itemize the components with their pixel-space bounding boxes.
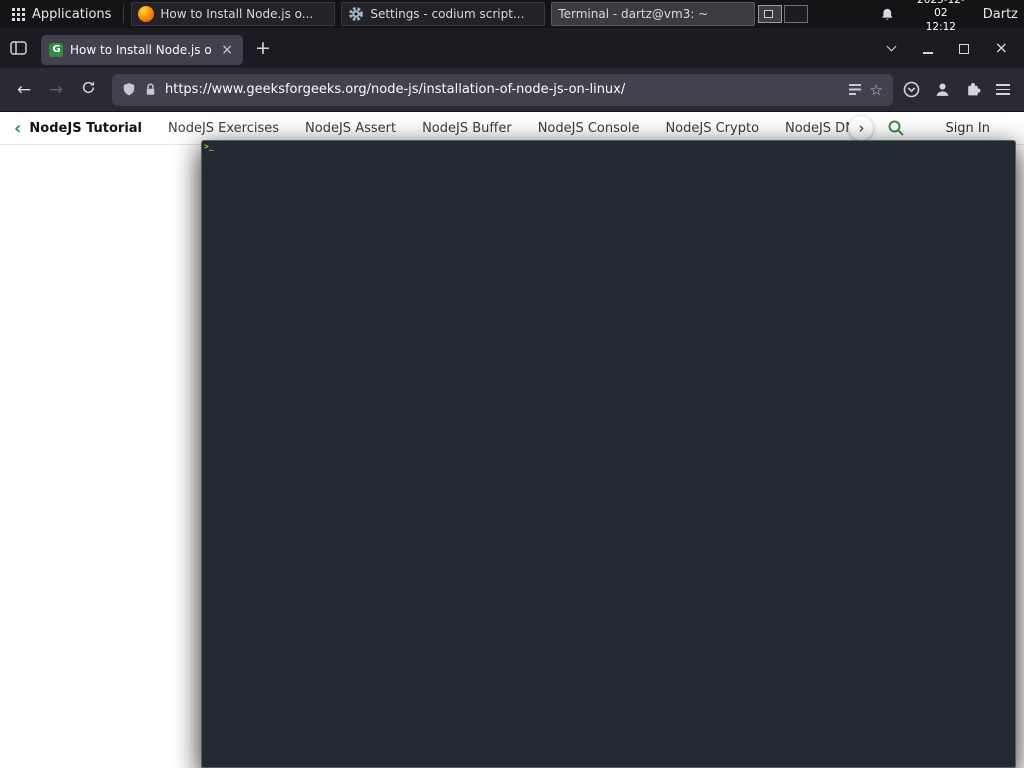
workspace-1[interactable] (758, 5, 783, 23)
pocket-icon[interactable] (903, 81, 920, 98)
applications-label: Applications (32, 6, 112, 22)
applications-menu-button[interactable]: Applications (0, 0, 123, 28)
url-text[interactable]: https://www.geeksforgeeks.org/node-js/in… (165, 82, 840, 97)
taskbar-button[interactable]: Terminal - dartz@vm3: ~ (201, 2, 1016, 768)
taskbar-button-label: How to Install Node.js o... (160, 7, 314, 21)
window-close-button[interactable]: × (995, 40, 1008, 56)
notifications-bell-icon[interactable] (880, 7, 895, 22)
toolbar-icons (903, 81, 1010, 98)
gfg-nav-item-nodejs-crypto[interactable]: NodeJS Crypto (665, 121, 759, 136)
reload-icon (82, 81, 94, 93)
menu-icon[interactable] (996, 83, 1010, 96)
clock-time: 12:12 (925, 20, 956, 33)
gfg-nav-item-nodejs-exercises[interactable]: NodeJS Exercises (168, 121, 279, 136)
firefox-view-icon (10, 41, 27, 55)
bookmark-star-icon[interactable]: ☆ (870, 81, 883, 99)
desktop: Applications How to Install Node.js o...… (0, 0, 1024, 768)
workspace-2[interactable] (784, 5, 809, 23)
taskbar-button[interactable]: Settings - codium script... (341, 2, 546, 26)
user-label: Dartz (982, 6, 1018, 22)
gfg-nav-items: NodeJS Tutorial NodeJS Exercises NodeJS As… (29, 121, 849, 136)
clock[interactable]: 2025-12-02 12:12 (913, 0, 969, 34)
search-icon (888, 120, 905, 136)
window-tasklist: How to Install Node.js o... Settings - co… (128, 0, 1016, 768)
clock-date: 2025-12-02 (917, 0, 965, 20)
gfg-nav-item-nodejs-tutorial[interactable]: NodeJS Tutorial (29, 121, 142, 136)
taskbar-button-label: Terminal - dartz@vm3: ~ (558, 7, 709, 21)
window-minimize-button[interactable] (922, 39, 933, 58)
account-icon[interactable] (934, 81, 951, 98)
back-button[interactable]: ← (8, 80, 40, 100)
gfg-nav-item-nodejs-assert[interactable]: NodeJS Assert (305, 121, 396, 136)
firefox-icon (138, 6, 155, 22)
panel-separator (123, 5, 125, 23)
browser-tab[interactable]: How to Install Node.js on... × (41, 35, 243, 65)
reload-button[interactable] (72, 80, 104, 100)
top-panel: Applications How to Install Node.js o...… (0, 0, 1024, 768)
list-tabs-chevron-button[interactable] (886, 41, 897, 52)
browser-toolbar: ← → https://www.geeksforgeeks.org/node-j… (0, 68, 1024, 112)
tab-title: How to Install Node.js on... (70, 43, 212, 57)
applications-grid-icon (12, 7, 25, 21)
geeksforgeeks-favicon (49, 43, 63, 57)
reader-mode-icon[interactable] (848, 83, 862, 96)
url-bar[interactable]: https://www.geeksforgeeks.org/node-js/in… (112, 73, 893, 106)
sign-in-button[interactable]: Sign In (945, 121, 990, 136)
gfg-nav-item-nodejs-buffer[interactable]: NodeJS Buffer (422, 121, 512, 136)
extensions-icon[interactable] (965, 81, 982, 98)
forward-button[interactable]: → (40, 80, 72, 100)
search-button[interactable] (887, 119, 905, 137)
taskbar-button-label: Settings - codium script... (370, 7, 525, 21)
browser-tabbar: How to Install Node.js on... × + × (0, 28, 1024, 68)
settings-icon (348, 6, 364, 22)
scroll-right-chevron[interactable]: › (849, 116, 874, 140)
gfg-nav-item-nodejs-dns[interactable]: NodeJS DNS (785, 121, 849, 136)
new-tab-button[interactable]: + (243, 37, 283, 59)
taskbar-button[interactable]: How to Install Node.js o... (131, 2, 336, 26)
scroll-left-chevron[interactable]: ‹ (14, 118, 21, 139)
browser-window-controls: × (922, 39, 1008, 58)
workspace-switcher[interactable] (758, 5, 809, 23)
tab-close-button[interactable]: × (219, 42, 235, 58)
gfg-nav-item-nodejs-console[interactable]: NodeJS Console (538, 121, 640, 136)
tracking-shield-icon[interactable] (122, 82, 136, 97)
window-restore-button[interactable] (958, 39, 969, 58)
lock-icon[interactable] (144, 82, 157, 97)
firefox-view-button[interactable] (10, 41, 27, 55)
